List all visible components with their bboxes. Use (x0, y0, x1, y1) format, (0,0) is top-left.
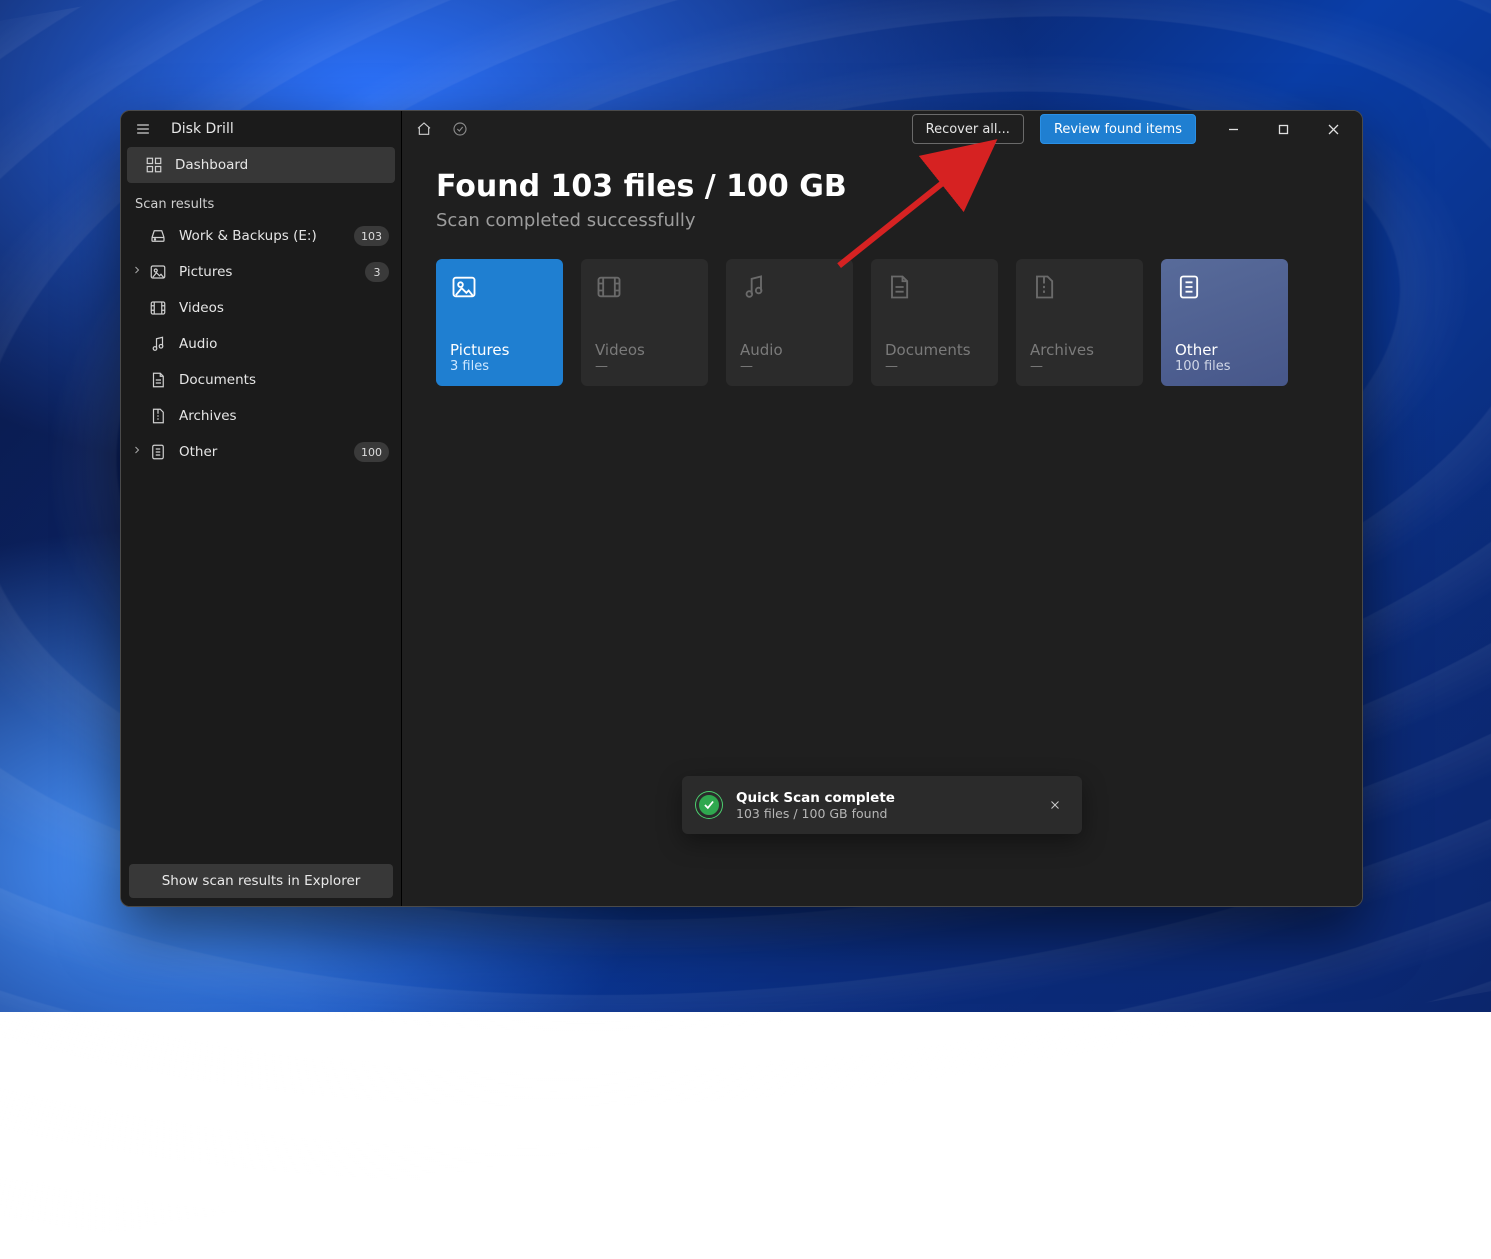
toast-sub: 103 files / 100 GB found (736, 806, 1028, 821)
sidebar-tree: Work & Backups (E:) 103 Pictures 3 Videos Aud… (121, 218, 401, 470)
toast-check-icon (696, 792, 722, 818)
topbar: Recover all... Review found items (402, 111, 1362, 147)
sidebar-item-label: Pictures (179, 264, 232, 280)
archive-icon (1030, 273, 1058, 301)
doc-icon (149, 371, 167, 389)
sidebar-item-label: Audio (179, 336, 217, 352)
card-sub: — (595, 359, 694, 374)
sidebar-item-other[interactable]: Other 100 (121, 434, 401, 470)
home-icon[interactable] (408, 114, 440, 144)
image-icon (149, 263, 167, 281)
sidebar-item-label: Documents (179, 372, 256, 388)
card-title: Videos (595, 341, 694, 359)
card-title: Pictures (450, 341, 549, 359)
chevron-right-icon (131, 264, 143, 280)
sidebar-item-doc[interactable]: Documents (121, 362, 401, 398)
review-found-items-button[interactable]: Review found items (1040, 114, 1196, 144)
image-icon (450, 273, 478, 301)
audio-icon (149, 335, 167, 353)
sidebar: Disk Drill Dashboard Scan results Work &… (121, 111, 402, 906)
card-title: Audio (740, 341, 839, 359)
toast-close-icon[interactable] (1042, 792, 1068, 818)
card-sub: — (1030, 359, 1129, 374)
category-card-doc[interactable]: Documents— (871, 259, 998, 386)
sidebar-dashboard-label: Dashboard (175, 157, 248, 173)
audio-icon (740, 273, 768, 301)
archive-icon (149, 407, 167, 425)
card-title: Archives (1030, 341, 1129, 359)
sidebar-dashboard[interactable]: Dashboard (127, 147, 395, 183)
other-icon (1175, 273, 1203, 301)
menu-icon[interactable] (129, 115, 157, 143)
results-subheading: Scan completed successfully (436, 210, 1328, 231)
close-button[interactable] (1310, 114, 1356, 144)
sidebar-item-video[interactable]: Videos (121, 290, 401, 326)
minimize-button[interactable] (1210, 114, 1256, 144)
category-card-image[interactable]: Pictures3 files (436, 259, 563, 386)
toast-title: Quick Scan complete (736, 790, 1028, 806)
card-title: Other (1175, 341, 1274, 359)
other-icon (149, 443, 167, 461)
category-card-archive[interactable]: Archives— (1016, 259, 1143, 386)
sidebar-item-archive[interactable]: Archives (121, 398, 401, 434)
sidebar-item-label: Videos (179, 300, 224, 316)
chevron-right-icon (131, 444, 143, 460)
count-badge: 103 (354, 226, 389, 246)
content: Found 103 files / 100 GB Scan completed … (402, 147, 1362, 386)
video-icon (149, 299, 167, 317)
card-sub: — (885, 359, 984, 374)
sidebar-header: Disk Drill (121, 111, 401, 147)
category-card-video[interactable]: Videos— (581, 259, 708, 386)
card-sub: 3 files (450, 359, 549, 374)
results-heading: Found 103 files / 100 GB (436, 169, 1328, 204)
sidebar-item-label: Archives (179, 408, 237, 424)
sidebar-item-drive[interactable]: Work & Backups (E:) 103 (121, 218, 401, 254)
category-card-other[interactable]: Other100 files (1161, 259, 1288, 386)
app-window: Disk Drill Dashboard Scan results Work &… (120, 110, 1363, 907)
maximize-button[interactable] (1260, 114, 1306, 144)
sidebar-item-label: Work & Backups (E:) (179, 228, 317, 244)
grid-icon (145, 156, 163, 174)
video-icon (595, 273, 623, 301)
sidebar-item-label: Other (179, 444, 217, 460)
recover-all-button[interactable]: Recover all... (912, 114, 1024, 144)
card-sub: — (740, 359, 839, 374)
category-cards: Pictures3 filesVideos—Audio—Documents—Ar… (436, 259, 1328, 386)
drive-icon (149, 227, 167, 245)
check-badge-icon[interactable] (444, 114, 476, 144)
sidebar-item-image[interactable]: Pictures 3 (121, 254, 401, 290)
app-title: Disk Drill (171, 121, 234, 137)
card-sub: 100 files (1175, 359, 1274, 374)
card-title: Documents (885, 341, 984, 359)
sidebar-section-label: Scan results (121, 183, 401, 218)
count-badge: 3 (365, 262, 389, 282)
show-in-explorer-button[interactable]: Show scan results in Explorer (129, 864, 393, 898)
toast: Quick Scan complete 103 files / 100 GB f… (682, 776, 1082, 834)
count-badge: 100 (354, 442, 389, 462)
doc-icon (885, 273, 913, 301)
main-panel: Recover all... Review found items Found … (402, 111, 1362, 906)
category-card-audio[interactable]: Audio— (726, 259, 853, 386)
sidebar-item-audio[interactable]: Audio (121, 326, 401, 362)
